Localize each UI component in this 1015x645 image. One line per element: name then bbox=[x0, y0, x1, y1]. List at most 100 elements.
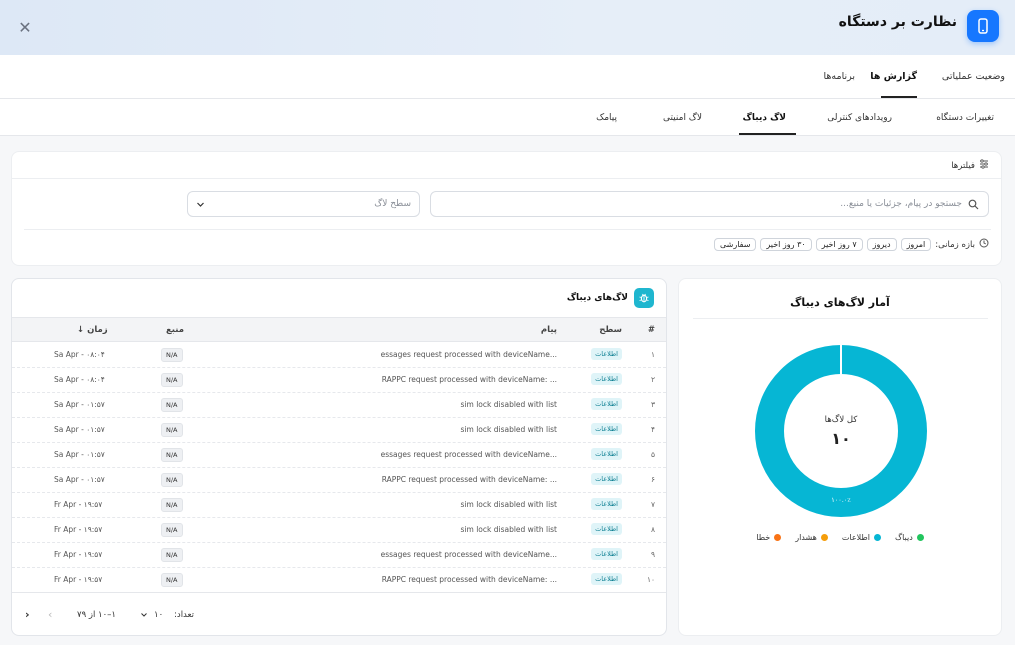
row-number: ۴ bbox=[650, 425, 655, 434]
page-size-select[interactable]: ۱۰ bbox=[140, 610, 163, 620]
level-badge: اطلاعات bbox=[591, 423, 622, 435]
chart-legend: دیباگ اطلاعات هشدار خطا bbox=[679, 533, 1001, 542]
row-message: RAPPC request processed with deviceName:… bbox=[381, 575, 557, 584]
row-time: Sa Apr - ۰۸:۰۴ bbox=[54, 375, 105, 384]
table-row[interactable]: ۱ اطلاعات essages request processed with d… bbox=[12, 343, 666, 368]
tab-apps[interactable]: برنامه‌ها bbox=[823, 71, 855, 82]
tab-sms[interactable]: پیامک bbox=[596, 113, 617, 123]
page-title: نظارت بر دستگاه bbox=[838, 14, 957, 30]
source-badge: N/A bbox=[161, 373, 183, 387]
row-number: ۱۰ bbox=[646, 575, 655, 584]
row-message: essages request processed with deviceNam… bbox=[380, 450, 557, 459]
chevron-down-icon bbox=[196, 200, 205, 212]
table-row[interactable]: ۱۰ اطلاعات RAPPC request processed with de… bbox=[12, 568, 666, 593]
tab-operational-status[interactable]: وضعیت عملیاتی bbox=[942, 71, 1005, 82]
source-badge: N/A bbox=[161, 423, 183, 437]
active-subtab-indicator bbox=[739, 133, 796, 135]
prev-page-icon[interactable]: ‹ bbox=[48, 608, 52, 621]
table-row[interactable]: ۷ اطلاعات sim lock disabled with list N/A Fr… bbox=[12, 493, 666, 518]
source-badge: N/A bbox=[161, 548, 183, 562]
source-badge: N/A bbox=[161, 498, 183, 512]
main-tabs: وضعیت عملیاتی گزارش ها برنامه‌ها bbox=[0, 55, 1015, 99]
row-number: ۹ bbox=[650, 550, 655, 559]
row-message: RAPPC request processed with deviceName:… bbox=[381, 475, 557, 484]
row-number: ۶ bbox=[650, 475, 655, 484]
logs-header: لاگ‌های دیباگ bbox=[567, 288, 654, 308]
logs-title: لاگ‌های دیباگ bbox=[566, 293, 628, 303]
debug-logs-card: لاگ‌های دیباگ # سطح پیام منبع زمان ↓ ۱ اط… bbox=[11, 278, 667, 636]
tab-security-log[interactable]: لاگ امنیتی bbox=[663, 113, 702, 123]
next-page-icon[interactable]: › bbox=[25, 608, 30, 621]
legend-label: دیباگ bbox=[894, 533, 913, 542]
stats-title: آمار لاگ‌های دیباگ bbox=[790, 296, 890, 309]
legend-label: اطلاعات bbox=[841, 533, 870, 542]
level-badge: اطلاعات bbox=[591, 448, 622, 460]
legend-item[interactable]: دیباگ bbox=[895, 533, 924, 542]
row-time: Fr Apr - ۱۹:۵۷ bbox=[54, 525, 103, 534]
row-message: sim lock disabled with list bbox=[460, 500, 557, 509]
table-row[interactable]: ۲ اطلاعات RAPPC request processed with dev… bbox=[12, 368, 666, 393]
col-message[interactable]: پیام bbox=[541, 325, 557, 335]
sub-tabs: تغییرات دستگاه رویدادهای کنترلی لاگ دیبا… bbox=[0, 99, 1015, 136]
close-icon[interactable]: ✕ bbox=[14, 16, 36, 38]
pagination: تعداد: ۱۰ ۱–۱۰ از ۷۹ ‹ › bbox=[12, 592, 666, 635]
chip-last-7-days[interactable]: ۷ روز اخیر bbox=[815, 238, 863, 251]
dialog-header: ✕ نظارت بر دستگاه bbox=[0, 0, 1015, 55]
source-badge: N/A bbox=[161, 473, 183, 487]
table-row[interactable]: ۸ اطلاعات sim lock disabled with list N/A Fr… bbox=[12, 518, 666, 543]
table-row[interactable]: ۹ اطلاعات essages request processed with d… bbox=[12, 543, 666, 568]
chip-yesterday[interactable]: دیروز bbox=[866, 238, 897, 251]
table-row[interactable]: ۶ اطلاعات RAPPC request processed with dev… bbox=[12, 468, 666, 493]
page-size-value: ۱۰ bbox=[154, 610, 164, 620]
time-range-row: بازه زمانی: امروز دیروز ۷ روز اخیر ۳۰ رو… bbox=[713, 238, 989, 251]
col-level[interactable]: سطح bbox=[599, 325, 622, 335]
tab-control-events[interactable]: رویدادهای کنترلی bbox=[827, 113, 892, 123]
chip-last-30-days[interactable]: ۳۰ روز اخیر bbox=[760, 238, 812, 251]
donut-center-value: ۱۰ bbox=[831, 429, 851, 448]
row-number: ۸ bbox=[650, 525, 655, 534]
page-size-label: تعداد: bbox=[174, 610, 194, 620]
level-badge: اطلاعات bbox=[591, 398, 622, 410]
level-badge: اطلاعات bbox=[591, 473, 622, 485]
level-badge: اطلاعات bbox=[591, 348, 622, 360]
level-badge: اطلاعات bbox=[591, 498, 622, 510]
row-message: sim lock disabled with list bbox=[460, 425, 557, 434]
row-time: Fr Apr - ۱۹:۵۷ bbox=[54, 550, 103, 559]
table-row[interactable]: ۵ اطلاعات essages request processed with d… bbox=[12, 443, 666, 468]
tab-debug-log[interactable]: لاگ دیباگ bbox=[743, 113, 786, 123]
legend-item[interactable]: هشدار bbox=[795, 533, 828, 542]
legend-item[interactable]: خطا bbox=[756, 533, 782, 542]
chip-custom[interactable]: سفارشی bbox=[713, 238, 757, 251]
row-message: sim lock disabled with list bbox=[460, 525, 557, 534]
search-input[interactable]: جستجو در پیام، جزئیات یا منبع... bbox=[430, 191, 989, 217]
table-row[interactable]: ۴ اطلاعات sim lock disabled with list N/A Sa… bbox=[12, 418, 666, 443]
row-time: Fr Apr - ۱۹:۵۷ bbox=[54, 500, 103, 509]
legend-dot bbox=[916, 534, 924, 541]
legend-dot bbox=[873, 534, 881, 541]
col-source[interactable]: منبع bbox=[166, 325, 184, 335]
sliders-icon bbox=[979, 159, 989, 172]
table-header: # سطح پیام منبع زمان ↓ bbox=[12, 317, 666, 342]
level-badge: اطلاعات bbox=[591, 548, 622, 560]
tab-device-changes[interactable]: تغییرات دستگاه bbox=[936, 113, 994, 123]
row-number: ۳ bbox=[650, 400, 655, 409]
donut-center-label: کل لاگ‌ها bbox=[824, 415, 858, 425]
filters-card: فیلترها جستجو در پیام، جزئیات یا منبع...… bbox=[11, 151, 1002, 266]
source-badge: N/A bbox=[161, 398, 183, 412]
phone-icon bbox=[967, 10, 999, 42]
table-row[interactable]: ۳ اطلاعات sim lock disabled with list N/A Sa… bbox=[12, 393, 666, 418]
chevron-down-icon bbox=[141, 613, 147, 617]
legend-item[interactable]: اطلاعات bbox=[842, 533, 881, 542]
divider bbox=[693, 318, 988, 319]
source-badge: N/A bbox=[161, 448, 183, 462]
tab-reports[interactable]: گزارش ها bbox=[870, 71, 917, 82]
donut-percent-label: ۱۰۰.۰٪ bbox=[831, 496, 851, 504]
row-number: ۵ bbox=[650, 450, 655, 459]
col-num: # bbox=[647, 325, 655, 335]
source-badge: N/A bbox=[161, 573, 183, 587]
log-level-select[interactable]: سطح لاگ bbox=[187, 191, 420, 217]
col-time-sort[interactable]: زمان ↓ bbox=[77, 325, 108, 335]
chip-today[interactable]: امروز bbox=[900, 238, 932, 251]
level-badge: اطلاعات bbox=[591, 373, 622, 385]
row-message: sim lock disabled with list bbox=[460, 400, 557, 409]
